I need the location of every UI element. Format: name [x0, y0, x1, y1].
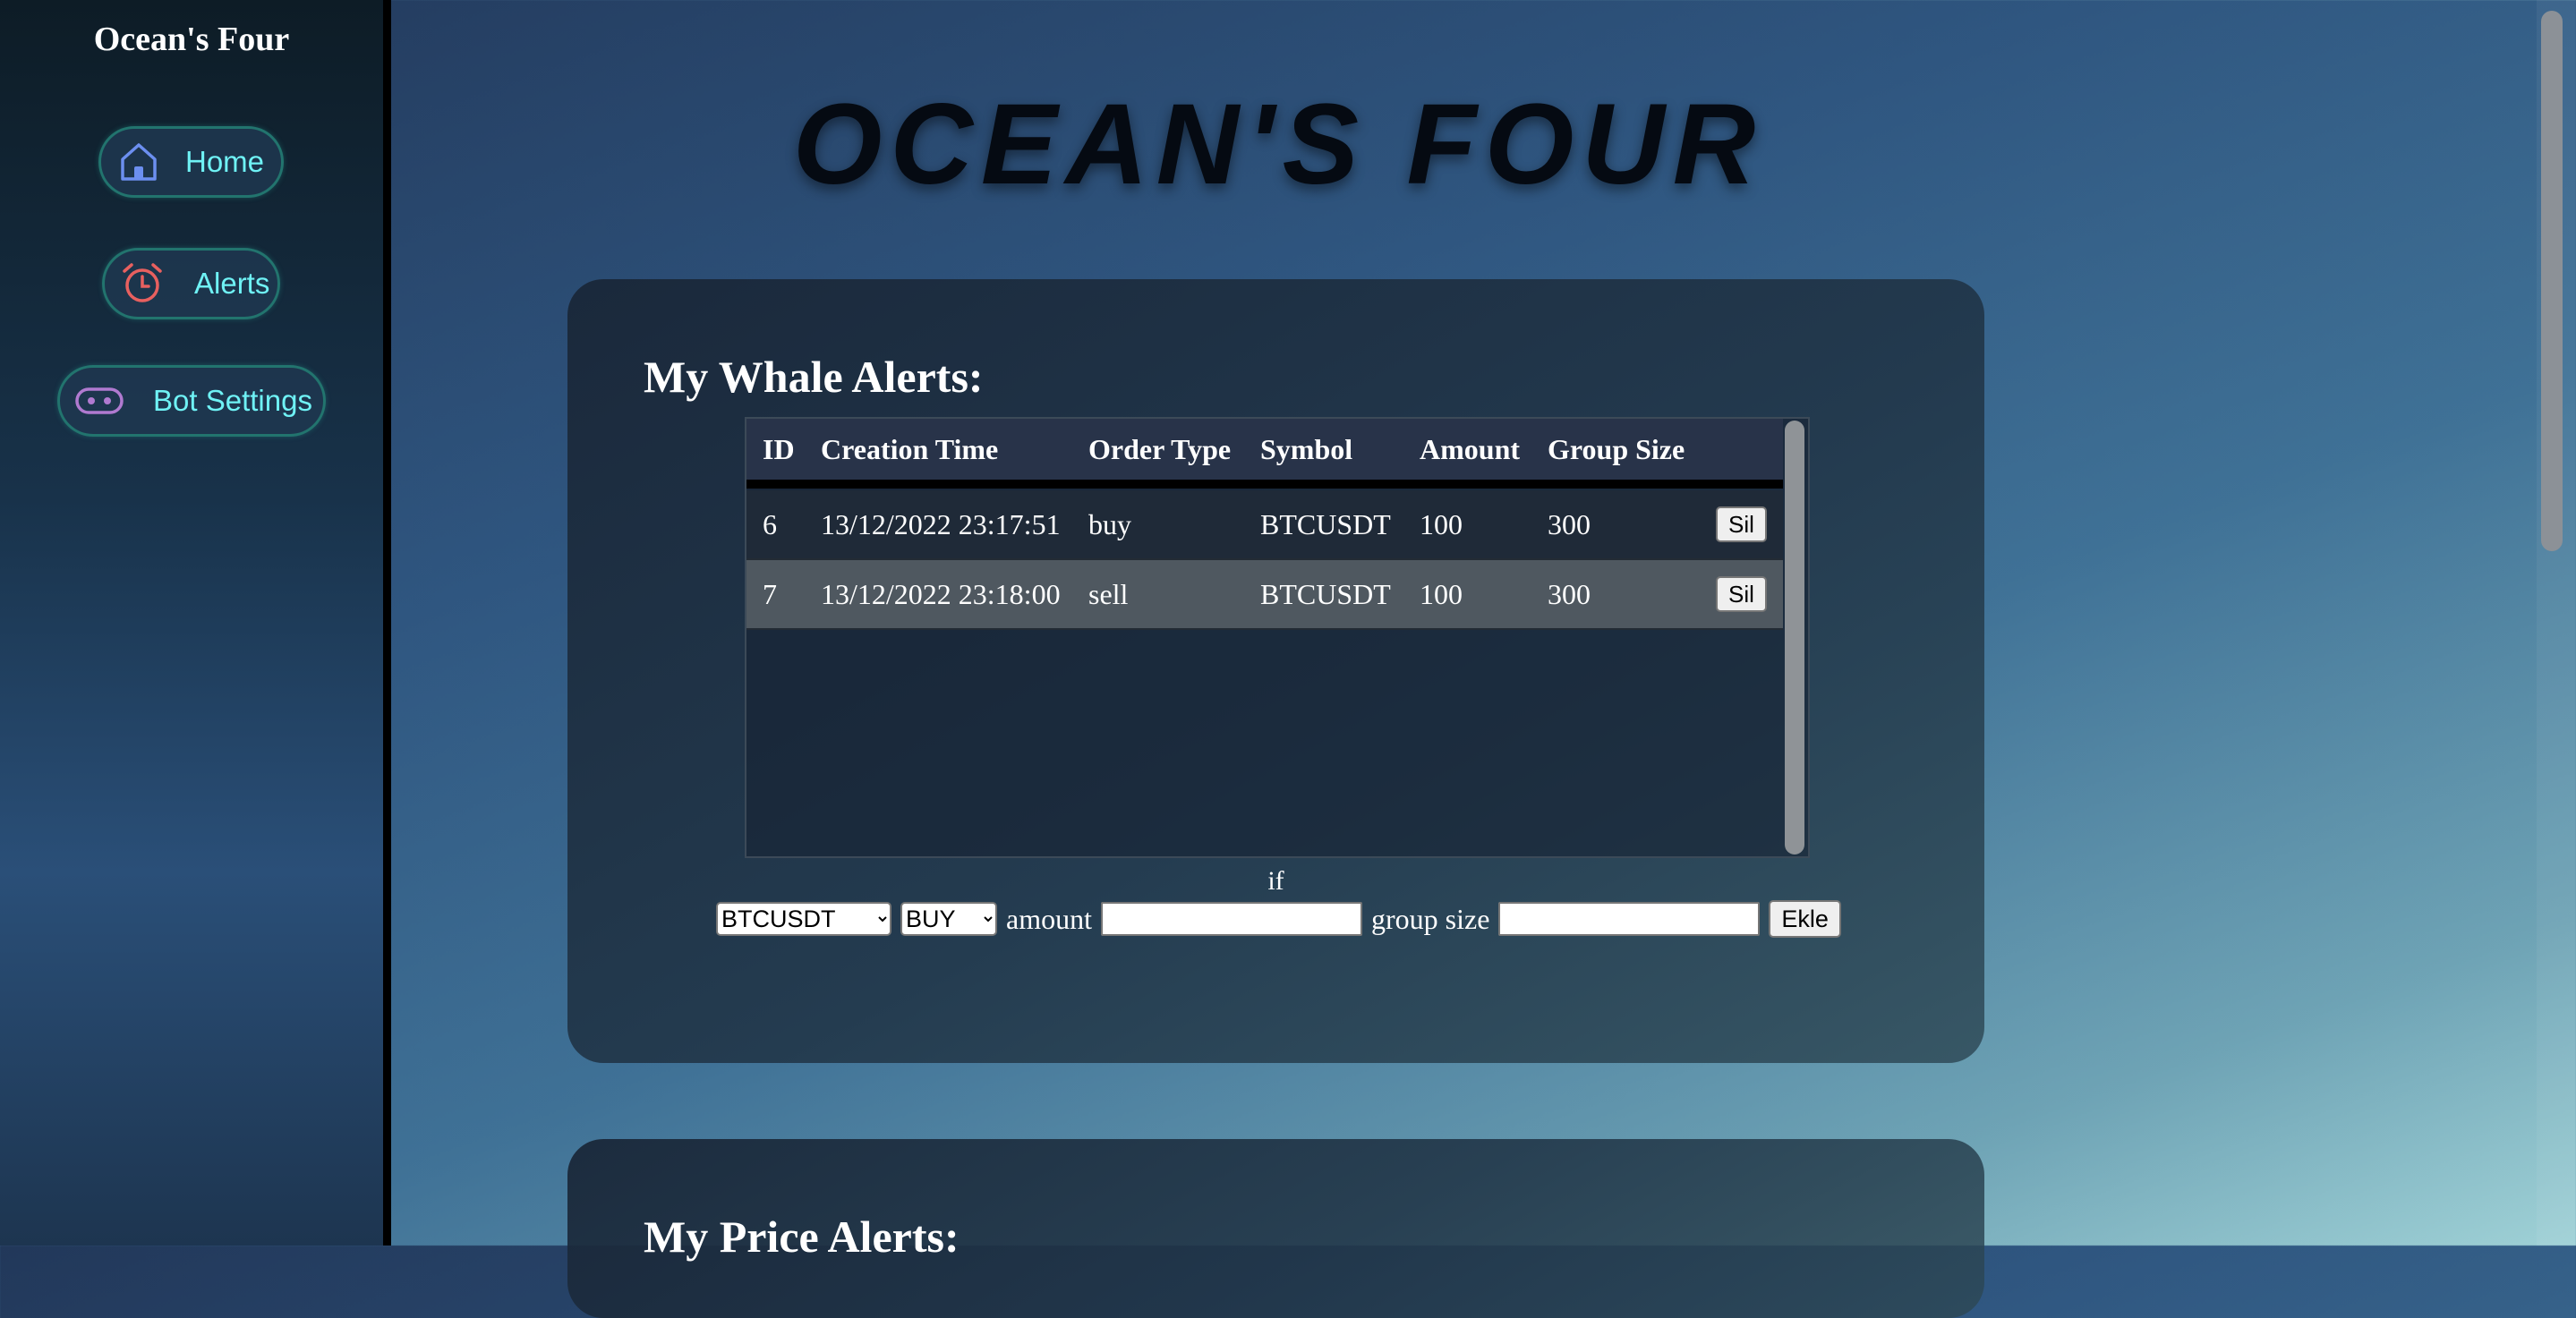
table-row: 6 13/12/2022 23:17:51 buy BTCUSDT 100 30…	[746, 490, 1783, 558]
sidebar-brand: Ocean's Four	[93, 21, 290, 58]
page-scrollbar-thumb[interactable]	[2541, 11, 2563, 551]
delete-button[interactable]: Sil	[1716, 506, 1767, 542]
cell-action: Sil	[1716, 560, 1767, 628]
group-size-label: group size	[1370, 902, 1490, 935]
column-header: Order Type	[1088, 432, 1232, 465]
column-header: Symbol	[1260, 432, 1353, 465]
price-alerts-title: My Price Alerts:	[644, 1212, 960, 1262]
whale-alerts-table: ID Creation Time Order Type Symbol Amoun…	[745, 417, 1810, 858]
order-side-select[interactable]: BUY	[900, 902, 997, 936]
cell-action: Sil	[1716, 490, 1767, 558]
page-title: OCEAN'S FOUR	[792, 81, 1764, 208]
sidebar-item-alerts[interactable]: Alerts	[102, 248, 280, 319]
cell-symbol: BTCUSDT	[1260, 577, 1391, 610]
sidebar-item-label: Alerts	[194, 267, 270, 300]
alarm-clock-icon	[121, 262, 164, 305]
cell-amount: 100	[1420, 507, 1463, 540]
home-icon	[119, 141, 158, 183]
robot-icon	[74, 385, 124, 417]
table-scrollbar[interactable]	[1785, 421, 1804, 855]
sidebar-item-home[interactable]: Home	[98, 126, 284, 198]
cell-order-type: buy	[1088, 507, 1131, 540]
cell-id: 7	[763, 577, 777, 610]
cell-creation-time: 13/12/2022 23:18:00	[821, 577, 1061, 610]
add-alert-form: BTCUSDT BUY amount group size Ekle	[716, 900, 1841, 938]
amount-input[interactable]	[1100, 902, 1362, 936]
table-row: 7 13/12/2022 23:18:00 sell BTCUSDT 100 3…	[746, 558, 1783, 630]
price-alerts-card: My Price Alerts:	[567, 1139, 1984, 1318]
sidebar-item-bot-settings[interactable]: Bot Settings	[57, 365, 326, 437]
cell-group-size: 300	[1548, 507, 1591, 540]
table-header: ID Creation Time Order Type Symbol Amoun…	[746, 419, 1783, 489]
column-header: Amount	[1420, 432, 1521, 465]
cell-group-size: 300	[1548, 577, 1591, 610]
whale-alerts-card: My Whale Alerts: ID Creation Time Order …	[567, 279, 1984, 1063]
sidebar-item-label: Bot Settings	[153, 384, 312, 417]
sidebar-item-label: Home	[185, 145, 265, 178]
amount-label: amount	[1006, 902, 1092, 935]
cell-creation-time: 13/12/2022 23:17:51	[821, 507, 1061, 540]
sidebar: Ocean's Four Home Alerts Bot Settings	[0, 0, 391, 1246]
column-header: Creation Time	[821, 432, 999, 465]
add-alert-button[interactable]: Ekle	[1769, 900, 1841, 938]
column-header: Group Size	[1548, 432, 1685, 465]
if-label: if	[1267, 866, 1284, 896]
cell-order-type: sell	[1088, 577, 1129, 610]
whale-alerts-title: My Whale Alerts:	[644, 352, 984, 402]
delete-button[interactable]: Sil	[1716, 576, 1767, 612]
cell-amount: 100	[1420, 577, 1463, 610]
symbol-select[interactable]: BTCUSDT	[716, 902, 891, 936]
column-header: ID	[763, 432, 795, 465]
group-size-input[interactable]	[1498, 902, 1761, 936]
cell-symbol: BTCUSDT	[1260, 507, 1391, 540]
cell-id: 6	[763, 507, 777, 540]
